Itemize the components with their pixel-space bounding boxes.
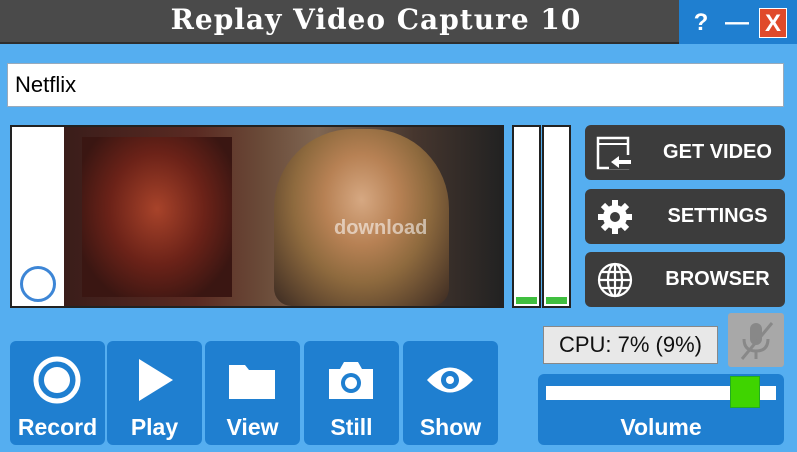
play-button[interactable]: Play — [107, 341, 202, 445]
volume-label: Volume — [620, 414, 702, 440]
still-button[interactable]: Still — [304, 341, 399, 445]
browser-label: BROWSER — [665, 268, 770, 290]
minimize-button[interactable]: — — [723, 8, 751, 38]
watermark: download — [334, 217, 428, 239]
globe-icon — [595, 260, 635, 300]
window-title: Replay Video Capture 10 — [170, 3, 582, 36]
cpu-usage: CPU: 7% (9%) — [543, 326, 718, 364]
audio-meter-right-fill — [546, 297, 567, 304]
volume-control: Volume — [538, 374, 784, 445]
audio-meter-right — [542, 125, 571, 308]
settings-label: SETTINGS — [667, 205, 768, 227]
window-controls: ? — X — [679, 0, 797, 44]
poster-image — [82, 137, 232, 297]
show-button[interactable]: Show — [403, 341, 498, 445]
view-label: View — [226, 414, 279, 440]
still-label: Still — [330, 414, 373, 440]
selection-circle-icon[interactable] — [20, 266, 56, 302]
settings-button[interactable]: SETTINGS — [585, 189, 785, 244]
gear-icon — [595, 197, 635, 237]
play-icon — [129, 355, 179, 405]
record-label: Record — [17, 414, 98, 440]
eye-icon — [425, 355, 475, 405]
microphone-muted-icon[interactable] — [728, 313, 784, 367]
record-icon — [32, 355, 82, 405]
close-button[interactable]: X — [759, 8, 787, 38]
target-input[interactable]: Netflix — [7, 63, 784, 107]
get-video-button[interactable]: GET VIDEO — [585, 125, 785, 180]
camera-icon — [326, 355, 376, 405]
record-button[interactable]: Record — [10, 341, 105, 445]
get-video-label: GET VIDEO — [663, 141, 772, 163]
audio-meter-left — [512, 125, 541, 308]
title-bar: Replay Video Capture 10 ? — X — [0, 0, 797, 44]
volume-slider[interactable] — [546, 376, 776, 408]
view-button[interactable]: View — [205, 341, 300, 445]
get-video-icon — [595, 133, 635, 173]
show-label: Show — [419, 414, 482, 440]
folder-icon — [227, 355, 277, 405]
play-label: Play — [130, 414, 179, 440]
video-preview: download — [10, 125, 504, 308]
help-button[interactable]: ? — [687, 8, 715, 38]
volume-slider-thumb[interactable] — [730, 376, 760, 408]
audio-meter-left-fill — [516, 297, 537, 304]
preview-frame: download — [64, 127, 502, 306]
browser-button[interactable]: BROWSER — [585, 252, 785, 307]
